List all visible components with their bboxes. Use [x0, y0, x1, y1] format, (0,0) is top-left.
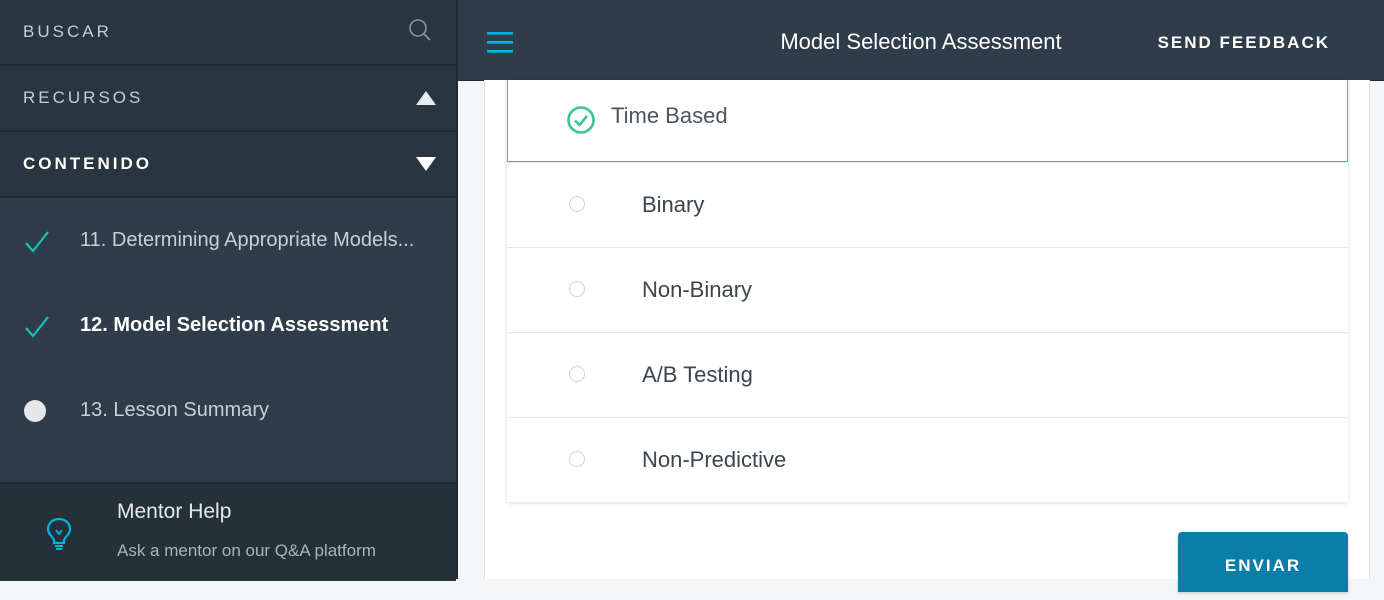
- option-label: Binary: [642, 192, 705, 217]
- radio-button[interactable]: [569, 366, 585, 382]
- lesson-item-11[interactable]: 11. Determining Appropriate Models...: [0, 198, 456, 283]
- search-row[interactable]: BUSCAR: [0, 0, 456, 66]
- option-label: Time Based: [611, 103, 728, 128]
- option-label: A/B Testing: [642, 362, 753, 387]
- search-icon[interactable]: [408, 18, 432, 47]
- triangle-up-icon: [416, 91, 436, 105]
- main-content: Time Based Binary Non-Binary A/B Testing…: [484, 80, 1370, 592]
- radio-button[interactable]: [569, 451, 585, 467]
- mentor-subtitle: Ask a mentor on our Q&A platform: [117, 541, 376, 560]
- lesson-label: 11. Determining Appropriate Models...: [80, 229, 415, 251]
- mentor-title: Mentor Help: [117, 500, 232, 523]
- checkmark-icon: [24, 313, 80, 339]
- option-label: Non-Predictive: [642, 447, 787, 472]
- radio-button[interactable]: [569, 281, 585, 297]
- check-circle-icon: [566, 105, 596, 140]
- lesson-list: 11. Determining Appropriate Models... 12…: [0, 198, 456, 453]
- radio-button[interactable]: [569, 196, 585, 212]
- recursos-label: RECURSOS: [23, 88, 144, 107]
- lightbulb-icon: [44, 516, 74, 557]
- quiz-options: Time Based Binary Non-Binary A/B Testing…: [507, 80, 1348, 502]
- sidebar: BUSCAR RECURSOS CONTENIDO 11. Determinin…: [0, 0, 456, 581]
- triangle-down-icon: [416, 157, 436, 171]
- option-time-based[interactable]: Time Based: [507, 80, 1348, 162]
- contenido-label: CONTENIDO: [23, 154, 152, 173]
- option-ab-testing[interactable]: A/B Testing: [507, 332, 1348, 417]
- lesson-label: 13. Lesson Summary: [80, 399, 269, 421]
- submit-button[interactable]: ENVIAR: [1178, 532, 1348, 592]
- search-label: BUSCAR: [23, 22, 112, 41]
- send-feedback-button[interactable]: SEND FEEDBACK: [1158, 33, 1330, 53]
- recursos-toggle[interactable]: RECURSOS: [0, 66, 456, 132]
- checkmark-icon: [24, 228, 80, 254]
- mentor-help[interactable]: Mentor Help Ask a mentor on our Q&A plat…: [0, 482, 456, 581]
- divider: [456, 0, 458, 579]
- contenido-toggle[interactable]: CONTENIDO: [0, 132, 456, 198]
- dot-icon: [24, 399, 80, 422]
- lesson-label: 12. Model Selection Assessment: [80, 314, 389, 336]
- option-label: Non-Binary: [642, 277, 753, 302]
- option-binary[interactable]: Binary: [507, 162, 1348, 247]
- top-header: Model Selection Assessment SEND FEEDBACK: [458, 0, 1384, 81]
- option-non-predictive[interactable]: Non-Predictive: [507, 417, 1348, 502]
- lesson-item-13[interactable]: 13. Lesson Summary: [0, 368, 456, 453]
- lesson-item-12[interactable]: 12. Model Selection Assessment: [0, 283, 456, 368]
- option-non-binary[interactable]: Non-Binary: [507, 247, 1348, 332]
